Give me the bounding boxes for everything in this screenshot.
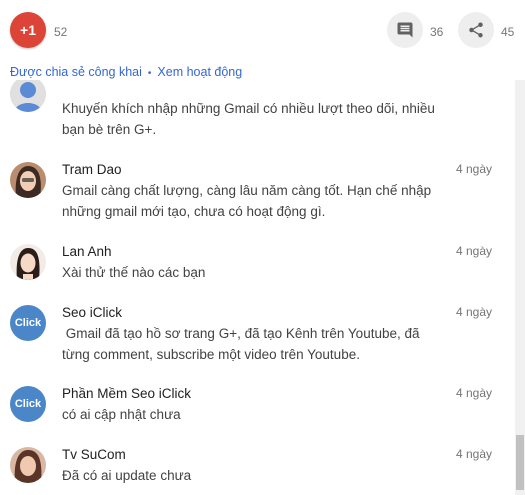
post-action-bar: +1 52 36 45 bbox=[0, 0, 525, 60]
avatar[interactable] bbox=[10, 447, 46, 483]
avatar[interactable]: Click bbox=[10, 386, 46, 422]
comment-author[interactable]: Seo iClick bbox=[62, 305, 122, 320]
comment-text: Gmail đã tạo hồ sơ trang G+, đã tạo Kênh… bbox=[62, 326, 424, 362]
comment-time: 4 ngày bbox=[455, 244, 492, 258]
avatar[interactable] bbox=[10, 80, 46, 112]
comment-time: 4 ngày bbox=[455, 386, 492, 400]
scrollbar-track[interactable] bbox=[515, 80, 525, 495]
comment-text: Đã có ai update chưa bbox=[62, 468, 192, 483]
comment-author[interactable]: Lan Anh bbox=[62, 244, 112, 259]
comment-text: Khuyến khích nhập những Gmail có nhiều l… bbox=[62, 101, 435, 137]
avatar[interactable] bbox=[10, 244, 46, 280]
shared-publicly-link[interactable]: Được chia sẻ công khai bbox=[10, 65, 142, 79]
comment-count: 36 bbox=[430, 25, 444, 39]
user-photo-icon bbox=[10, 244, 46, 280]
share-button[interactable] bbox=[458, 12, 494, 48]
comments-list[interactable]: Khuyến khích nhập những Gmail có nhiều l… bbox=[0, 80, 515, 495]
user-photo-icon bbox=[10, 162, 46, 198]
separator-dot: • bbox=[147, 68, 152, 79]
comment-time: 4 ngày bbox=[455, 447, 492, 461]
comment-author[interactable]: Tram Dao bbox=[62, 162, 122, 177]
comment-button[interactable] bbox=[387, 12, 423, 48]
avatar[interactable]: Click bbox=[10, 305, 46, 341]
avatar[interactable] bbox=[10, 162, 46, 198]
default-user-icon bbox=[10, 80, 46, 112]
plus-one-count: 52 bbox=[54, 25, 68, 39]
avatar-logo-text: Click bbox=[14, 317, 42, 329]
scrollbar-thumb[interactable] bbox=[516, 435, 524, 490]
comment-time: 4 ngày bbox=[455, 305, 492, 319]
post-visibility-row: Được chia sẻ công khai • Xem hoạt động bbox=[10, 65, 242, 79]
avatar-logo-text: Click bbox=[14, 398, 42, 410]
comment-text: Gmail càng chất lượng, càng lâu năm càng… bbox=[62, 183, 432, 219]
share-icon bbox=[469, 22, 483, 38]
comment-icon bbox=[397, 22, 413, 38]
comment-author[interactable]: Phần Mềm Seo iClick bbox=[62, 386, 191, 401]
comment-text: Xài thử thế nào các bạn bbox=[62, 265, 206, 280]
share-count: 45 bbox=[501, 25, 515, 39]
comment-time: 4 ngày bbox=[455, 162, 492, 176]
user-photo-icon bbox=[10, 447, 46, 483]
comment-author[interactable]: Tv SuCom bbox=[62, 447, 126, 462]
plus-one-button[interactable]: +1 bbox=[10, 12, 46, 48]
comment-text: có ai cập nhật chưa bbox=[62, 407, 181, 422]
view-activity-link[interactable]: Xem hoạt động bbox=[157, 65, 242, 79]
